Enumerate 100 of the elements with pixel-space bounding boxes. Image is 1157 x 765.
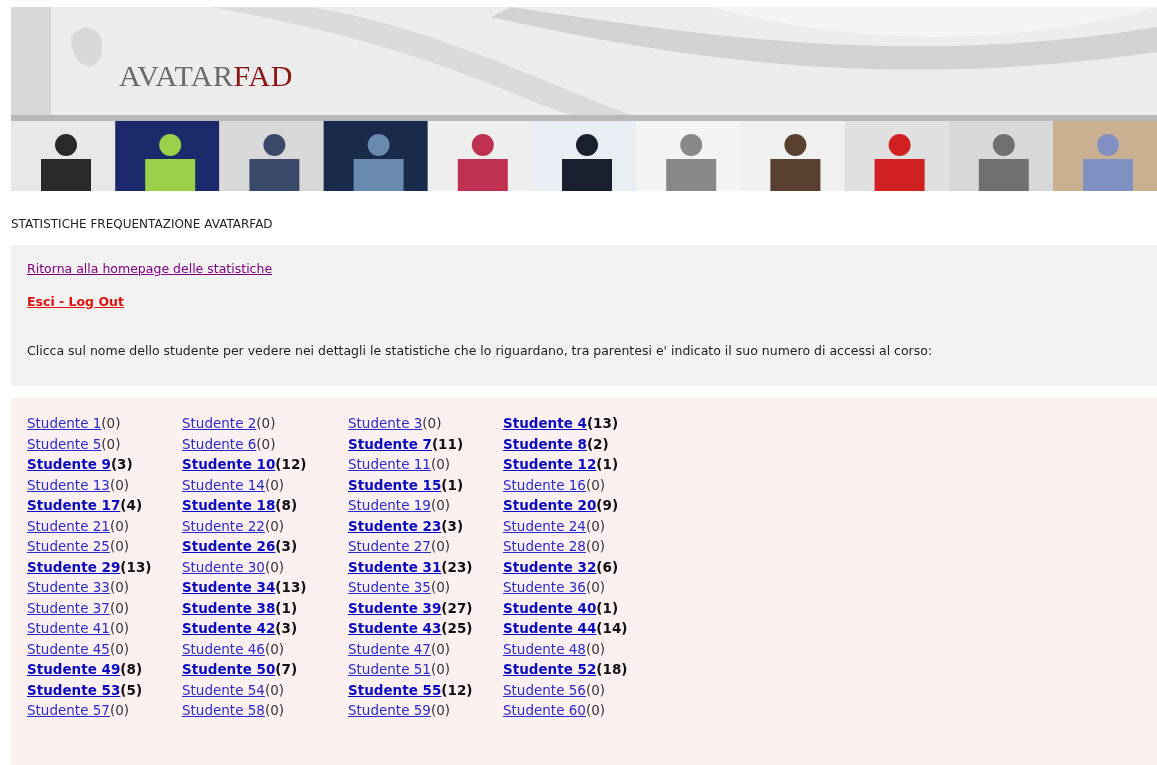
access-count: (13): [586, 415, 619, 431]
student-link[interactable]: Studente 40: [503, 599, 597, 616]
student-link[interactable]: Studente 33: [27, 579, 110, 595]
access-count: (0): [109, 476, 130, 493]
access-count: (11): [431, 435, 464, 452]
access-count: (0): [422, 415, 442, 431]
student-link[interactable]: Studente 41: [27, 620, 110, 636]
student-link[interactable]: Studente 37: [27, 599, 110, 616]
student-link[interactable]: Studente 53: [27, 681, 121, 698]
student-link[interactable]: Studente 56: [503, 681, 586, 698]
student-link[interactable]: Studente 57: [27, 702, 110, 718]
student-link[interactable]: Studente 36: [503, 579, 586, 595]
access-count: (0): [585, 517, 606, 534]
student-link[interactable]: Studente 15: [348, 476, 442, 493]
access-count: (0): [256, 415, 276, 431]
student-link[interactable]: Studente 47: [348, 640, 431, 657]
student-link[interactable]: Studente 30: [182, 558, 265, 575]
nav-link[interactable]: Esci - Log Out: [27, 294, 124, 309]
student-link[interactable]: Studente 55: [348, 681, 442, 698]
instructions-text: Clicca sul nome dello studente per vedere nei dettagli le statistiche che lo riguardano, tra parentesi e' indicato il suo numero di accessi al corso:: [27, 343, 934, 358]
student-link[interactable]: Studente 54: [182, 681, 265, 698]
student-link[interactable]: Studente 2: [182, 415, 257, 431]
access-count: (0): [109, 620, 130, 636]
student-link[interactable]: Studente 13: [27, 476, 110, 493]
student-link[interactable]: Studente 20: [503, 497, 597, 513]
access-count: (0): [430, 538, 451, 554]
student-link[interactable]: Studente 48: [503, 640, 586, 657]
access-count: (0): [264, 517, 285, 534]
access-count: (0): [264, 640, 285, 657]
access-count: (6): [596, 558, 619, 575]
student-link[interactable]: Studente 16: [503, 476, 586, 493]
student-link[interactable]: Studente 39: [348, 599, 442, 616]
access-count: (0): [264, 681, 285, 698]
student-link[interactable]: Studente 28: [503, 538, 586, 554]
student-link[interactable]: Studente 6: [182, 435, 257, 452]
student-link[interactable]: Studente 43: [348, 620, 442, 636]
access-count: (4): [120, 497, 143, 513]
access-count: (0): [101, 435, 121, 452]
access-count: (25): [441, 620, 473, 636]
student-link[interactable]: Studente 38: [182, 599, 276, 616]
access-count: (0): [109, 702, 130, 718]
access-count: (0): [585, 681, 606, 698]
student-link[interactable]: Studente 25: [27, 538, 110, 554]
student-link[interactable]: Studente 51: [348, 661, 431, 677]
access-count: (0): [109, 599, 130, 616]
student-link[interactable]: Studente 23: [348, 517, 442, 534]
access-count: (8): [275, 497, 298, 513]
student-link[interactable]: Studente 35: [348, 579, 431, 595]
student-link[interactable]: Studente 52: [503, 661, 597, 677]
access-count: (3): [275, 538, 298, 554]
access-count: (18): [596, 661, 628, 677]
student-link[interactable]: Studente 59: [348, 702, 431, 718]
page-title: STATISTICHE FREQUENTAZIONE AVATARFAD: [11, 217, 274, 231]
student-link[interactable]: Studente 14: [182, 476, 265, 493]
student-link[interactable]: Studente 21: [27, 517, 110, 534]
student-link[interactable]: Studente 60: [503, 702, 586, 718]
student-link[interactable]: Studente 1: [27, 415, 102, 431]
student-link[interactable]: Studente 42: [182, 620, 276, 636]
student-link[interactable]: Studente 32: [503, 558, 597, 575]
access-count: (1): [441, 476, 464, 493]
access-count: (1): [596, 599, 619, 616]
student-link[interactable]: Studente 46: [182, 640, 265, 657]
student-link[interactable]: Studente 7: [348, 435, 432, 452]
access-count: (0): [101, 415, 121, 431]
student-link[interactable]: Studente 49: [27, 661, 121, 677]
student-link[interactable]: Studente 18: [182, 497, 276, 513]
student-link[interactable]: Studente 44: [503, 620, 597, 636]
access-count: (0): [585, 579, 606, 595]
student-link[interactable]: Studente 50: [182, 661, 276, 677]
access-count: (0): [264, 702, 285, 718]
access-count: (0): [430, 579, 451, 595]
access-count: (0): [264, 476, 285, 493]
access-count: (0): [109, 640, 130, 657]
student-link[interactable]: Studente 11: [348, 456, 431, 472]
student-link[interactable]: Studente 9: [27, 456, 111, 472]
student-link[interactable]: Studente 5: [27, 435, 102, 452]
student-link[interactable]: Studente 3: [348, 415, 423, 431]
student-link[interactable]: Studente 29: [27, 558, 121, 575]
student-link[interactable]: Studente 34: [182, 579, 276, 595]
student-link[interactable]: Studente 31: [348, 558, 442, 575]
student-link[interactable]: Studente 12: [503, 456, 597, 472]
student-link[interactable]: Studente 26: [182, 538, 276, 554]
student-link[interactable]: Studente 24: [503, 517, 586, 534]
student-link[interactable]: Studente 22: [182, 517, 265, 534]
access-count: (27): [441, 599, 473, 616]
student-link[interactable]: Studente 19: [348, 497, 431, 513]
access-count: (9): [596, 497, 619, 513]
student-link[interactable]: Studente 4: [503, 415, 587, 431]
student-link[interactable]: Studente 58: [182, 702, 265, 718]
access-count: (0): [264, 558, 285, 575]
student-link[interactable]: Studente 45: [27, 640, 110, 657]
student-link[interactable]: Studente 10: [182, 456, 276, 472]
access-count: (2): [586, 435, 609, 452]
access-count: (0): [109, 579, 130, 595]
access-count: (13): [275, 579, 307, 595]
student-link[interactable]: Studente 17: [27, 497, 121, 513]
access-count: (0): [109, 538, 130, 554]
student-link[interactable]: Studente 8: [503, 435, 587, 452]
nav-link[interactable]: Ritorna alla homepage delle statistiche: [27, 261, 273, 276]
student-link[interactable]: Studente 27: [348, 538, 431, 554]
